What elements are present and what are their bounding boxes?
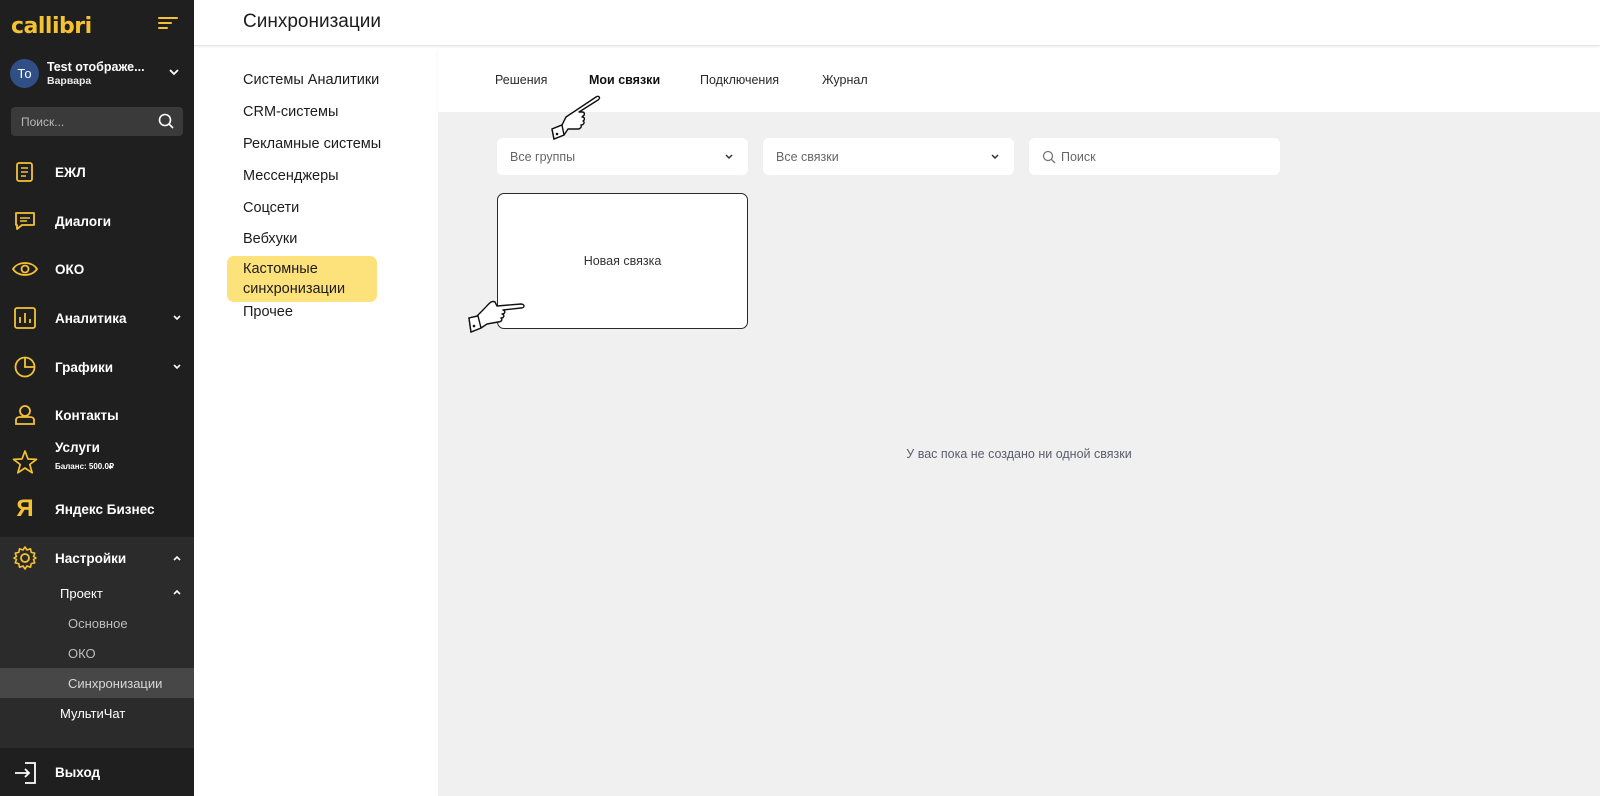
brand-name: callibri bbox=[11, 13, 92, 39]
chevron-up-icon bbox=[173, 589, 181, 595]
submenu-sync[interactable]: Синхронизации bbox=[0, 668, 194, 698]
links-select-value: Все связки bbox=[776, 149, 839, 164]
main-content: Все группы Все связки Новая связка У вас… bbox=[438, 112, 1600, 796]
nav-item-dialogs[interactable]: Диалоги bbox=[0, 198, 194, 244]
submenu-multichat[interactable]: МультиЧат bbox=[0, 698, 194, 728]
submenu-project[interactable]: Проект bbox=[0, 578, 194, 608]
nav-item-yandex-business[interactable]: Я Яндекс Бизнес bbox=[0, 486, 194, 532]
submenu-general[interactable]: Основное bbox=[0, 608, 194, 638]
nav-label: Диалоги bbox=[55, 213, 111, 229]
category-crm[interactable]: CRM-системы bbox=[243, 104, 338, 120]
logout-label: Выход bbox=[55, 764, 101, 780]
category-other[interactable]: Прочее bbox=[243, 304, 293, 320]
nav-label: Контакты bbox=[55, 407, 119, 423]
nav-item-charts[interactable]: Графики bbox=[0, 344, 194, 390]
project-name: Test отображе... bbox=[47, 59, 145, 74]
nav-label: Яндекс Бизнес bbox=[55, 501, 155, 517]
journal-icon bbox=[12, 159, 38, 185]
category-messengers[interactable]: Мессенджеры bbox=[243, 168, 339, 184]
star-icon bbox=[12, 449, 38, 475]
submenu-oko[interactable]: ОКО bbox=[0, 638, 194, 668]
empty-state-message: У вас пока не создано ни одной связки bbox=[906, 447, 1132, 461]
category-analytics-systems[interactable]: Системы Аналитики bbox=[243, 72, 379, 88]
submenu-label: ОКО bbox=[68, 645, 96, 661]
category-ad-systems[interactable]: Рекламные системы bbox=[243, 136, 381, 152]
category-custom-sync[interactable]: Кастомные синхронизации bbox=[227, 256, 377, 302]
page-header: Синхронизации bbox=[194, 0, 1600, 46]
submenu-label: Синхронизации bbox=[68, 675, 163, 691]
chevron-up-icon bbox=[173, 555, 181, 561]
tabs-bar: Решения Мои связки Подключения Журнал bbox=[438, 48, 1600, 112]
sidebar: callibri То Test отображе... Варвара ЕЖЛ… bbox=[0, 0, 194, 796]
contact-icon bbox=[12, 402, 38, 428]
submenu-label: Основное bbox=[68, 615, 128, 631]
links-search-input[interactable] bbox=[1061, 149, 1241, 164]
tab-connections[interactable]: Подключения bbox=[700, 73, 779, 87]
chevron-down-icon bbox=[173, 315, 181, 321]
chevron-down-icon bbox=[169, 69, 179, 76]
groups-select-value: Все группы bbox=[510, 149, 576, 164]
menu-toggle-icon[interactable] bbox=[158, 14, 178, 32]
user-name: Варвара bbox=[47, 74, 92, 87]
gear-icon bbox=[12, 545, 38, 571]
yandex-icon: Я bbox=[16, 495, 34, 522]
nav-label: Аналитика bbox=[55, 310, 127, 326]
bar-chart-icon bbox=[12, 305, 38, 331]
nav-item-ezhl[interactable]: ЕЖЛ bbox=[0, 149, 194, 195]
new-link-card[interactable]: Новая связка bbox=[497, 193, 748, 329]
logout-button[interactable]: Выход bbox=[0, 748, 194, 796]
new-link-label: Новая связка bbox=[583, 254, 662, 268]
nav-item-settings[interactable]: Настройки bbox=[0, 537, 194, 579]
logout-icon bbox=[15, 762, 36, 784]
links-select[interactable]: Все связки bbox=[763, 138, 1014, 175]
brand-logo[interactable]: callibri bbox=[11, 12, 92, 40]
tab-my-links[interactable]: Мои связки bbox=[589, 73, 660, 87]
nav-label: Услуги bbox=[55, 440, 100, 455]
nav-label: ЕЖЛ bbox=[55, 164, 86, 180]
nav-item-analytics[interactable]: Аналитика bbox=[0, 295, 194, 341]
nav-item-oko[interactable]: ОКО bbox=[0, 246, 194, 292]
nav-label: Настройки bbox=[55, 550, 127, 566]
nav-label: Графики bbox=[55, 359, 114, 375]
chevron-down-icon bbox=[725, 154, 733, 160]
category-social[interactable]: Соцсети bbox=[243, 200, 299, 216]
sidebar-search-input[interactable] bbox=[21, 114, 151, 129]
account-switcher[interactable]: То Test отображе... Варвара bbox=[10, 57, 186, 89]
page-title: Синхронизации bbox=[243, 11, 381, 32]
category-list: Системы Аналитики CRM-системы Рекламные … bbox=[194, 48, 438, 796]
tab-solutions[interactable]: Решения bbox=[495, 73, 547, 87]
tab-journal[interactable]: Журнал bbox=[822, 73, 868, 87]
settings-submenu: Проект Основное ОКО Синхронизации Мульти… bbox=[0, 578, 194, 748]
links-search bbox=[1029, 138, 1280, 175]
search-icon bbox=[1042, 150, 1056, 164]
eye-icon bbox=[12, 256, 38, 282]
chat-icon bbox=[12, 208, 38, 234]
submenu-label: Проект bbox=[60, 585, 103, 601]
chevron-down-icon bbox=[173, 364, 181, 370]
search-icon[interactable] bbox=[158, 113, 174, 129]
nav-item-contacts[interactable]: Контакты bbox=[0, 392, 194, 438]
submenu-label: МультиЧат bbox=[60, 705, 126, 721]
pie-chart-icon bbox=[12, 354, 38, 380]
chevron-down-icon bbox=[991, 154, 999, 160]
nav-item-services[interactable]: Услуги Баланс: 500.0₽ bbox=[0, 434, 194, 490]
sidebar-search bbox=[11, 107, 183, 136]
balance-text: Баланс: 500.0₽ bbox=[55, 462, 115, 471]
nav-label: ОКО bbox=[55, 261, 85, 277]
avatar: То bbox=[10, 58, 39, 88]
groups-select[interactable]: Все группы bbox=[497, 138, 748, 175]
category-webhooks[interactable]: Вебхуки bbox=[243, 231, 297, 247]
